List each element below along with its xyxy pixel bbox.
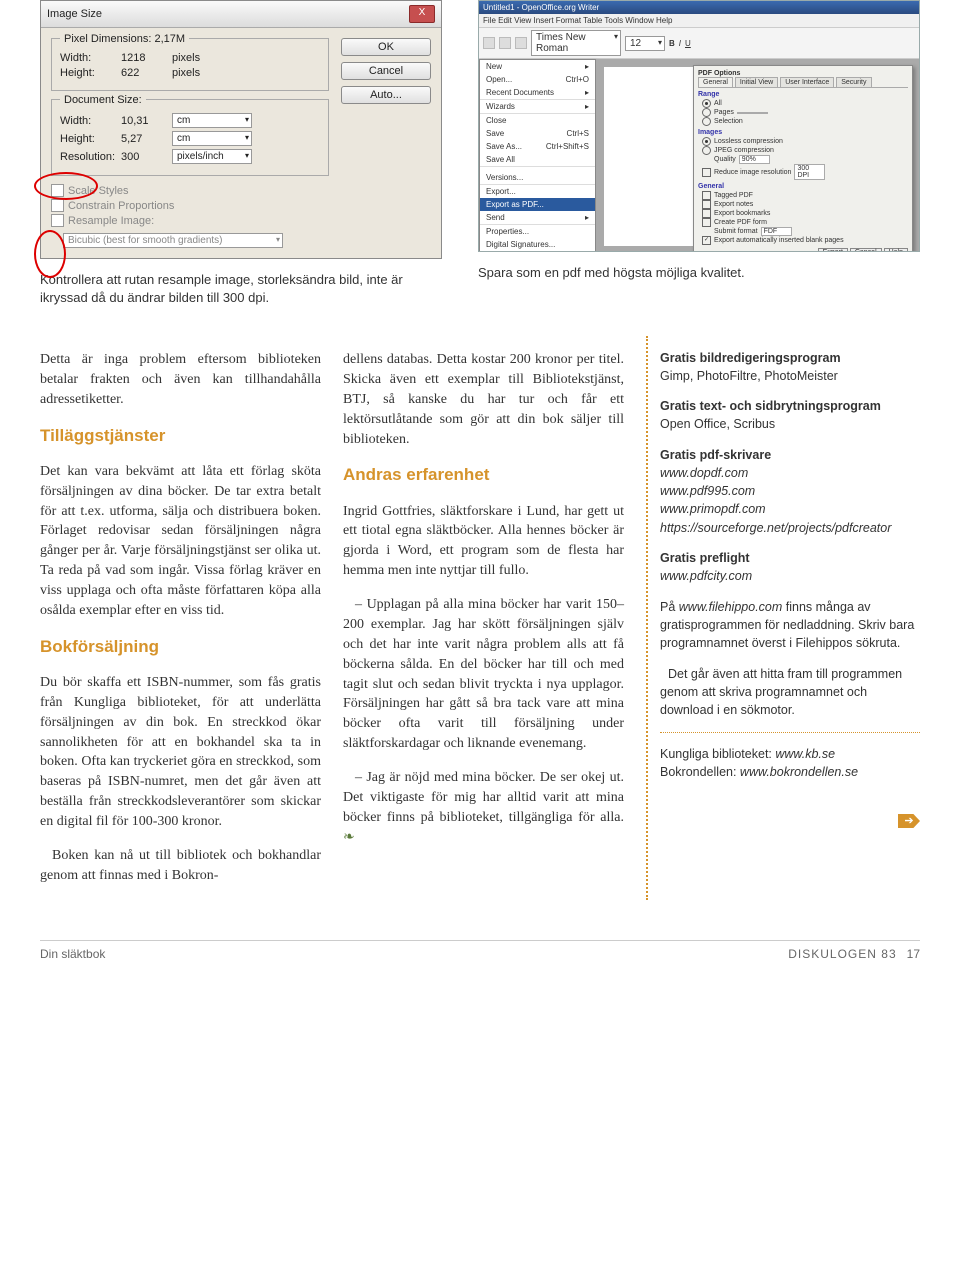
dialog-title: Image Size	[47, 8, 102, 20]
writer-toolbar[interactable]: Times New Roman 12 B I U	[479, 28, 919, 59]
pdf-options-dialog: PDF Options General Initial View User In…	[693, 65, 913, 252]
heading-tillaggstjanster: Tilläggstjänster	[40, 424, 321, 448]
figure-right-caption: Spara som en pdf med högsta möjliga kval…	[478, 264, 920, 282]
column-2: dellens databas. Detta kostar 200 kronor…	[343, 336, 624, 900]
doc-width: 10,31	[121, 115, 166, 127]
tab-security[interactable]: Security	[836, 77, 871, 87]
tree-ornament-icon: ❧	[343, 830, 355, 845]
constrain-checkbox[interactable]	[51, 199, 64, 212]
resolution-unit-dropdown[interactable]: pixels/inch	[172, 149, 252, 164]
heading-bokforsaljning: Bokförsäljning	[40, 635, 321, 659]
close-icon[interactable]: X	[409, 5, 435, 23]
scale-styles-checkbox[interactable]	[51, 184, 64, 197]
help-button[interactable]: Help	[884, 248, 908, 252]
notes-checkbox[interactable]	[702, 200, 711, 209]
reduce-res-checkbox[interactable]	[702, 168, 711, 177]
export-as-pdf-menuitem: Export as PDF...	[480, 198, 595, 211]
lossless-radio[interactable]	[702, 137, 711, 146]
width-unit-dropdown[interactable]: cm	[172, 113, 252, 128]
writer-menubar[interactable]: File Edit View Insert Format Table Tools…	[479, 14, 919, 28]
image-size-dialog: Image Size X Pixel Dimensions: 2,17M Wid…	[40, 0, 442, 259]
article-body: Detta är inga problem eftersom bibliotek…	[40, 336, 920, 900]
range-selection-radio[interactable]	[702, 117, 711, 126]
ok-button[interactable]: OK	[341, 38, 431, 56]
pixel-height: 622	[121, 67, 166, 79]
auto-button[interactable]: Auto...	[341, 86, 431, 104]
quality-input[interactable]: 90%	[739, 155, 770, 164]
column-1: Detta är inga problem eftersom bibliotek…	[40, 336, 321, 900]
toolbar-icon[interactable]	[499, 37, 511, 49]
resample-method-dropdown[interactable]: Bicubic (best for smooth gradients)	[63, 233, 283, 248]
range-pages-radio[interactable]	[702, 108, 711, 117]
height-unit-dropdown[interactable]: cm	[172, 131, 252, 146]
resolution-value[interactable]: 300	[121, 151, 166, 163]
tab-ui[interactable]: User Interface	[780, 77, 834, 87]
tab-general[interactable]: General	[698, 77, 733, 87]
height-label: Height:	[60, 67, 115, 79]
doc-height: 5,27	[121, 133, 166, 145]
continue-arrow-icon: ➔	[898, 814, 920, 828]
sidebar: Gratis bildredigeringsprogramGimp, Photo…	[646, 336, 920, 900]
tab-initial[interactable]: Initial View	[735, 77, 778, 87]
font-dropdown[interactable]: Times New Roman	[531, 30, 621, 56]
form-checkbox[interactable]	[702, 218, 711, 227]
width-label: Width:	[60, 52, 115, 64]
footer-section-title: Din släktbok	[40, 947, 105, 961]
figure-left-caption: Kontrollera att rutan resample image, st…	[40, 271, 448, 306]
resample-checkbox[interactable]	[51, 214, 64, 227]
footer-magazine: DISKULOGEN 83	[788, 947, 896, 961]
range-all-radio[interactable]	[702, 99, 711, 108]
cancel-button[interactable]: Cancel	[341, 62, 431, 80]
toolbar-icon[interactable]	[515, 37, 527, 49]
jpeg-radio[interactable]	[702, 146, 711, 155]
tagged-checkbox[interactable]	[702, 191, 711, 200]
heading-andras-erfarenhet: Andras erfarenhet	[343, 463, 624, 487]
page-footer: Din släktbok DISKULOGEN 83 17	[40, 940, 920, 961]
resolution-label: Resolution:	[60, 151, 115, 163]
size-dropdown[interactable]: 12	[625, 36, 665, 51]
image-size-dialog-wrap: Image Size X Pixel Dimensions: 2,17M Wid…	[40, 0, 440, 259]
export-button[interactable]: Export	[818, 248, 848, 252]
file-menu-dropdown[interactable]: New▸ Open...Ctrl+O Recent Documents▸ Wiz…	[479, 59, 596, 252]
writer-titlebar: Untitled1 - OpenOffice.org Writer	[479, 1, 919, 14]
bookmarks-checkbox[interactable]	[702, 209, 711, 218]
openoffice-writer-screenshot: Untitled1 - OpenOffice.org Writer File E…	[478, 0, 920, 252]
blank-checkbox[interactable]: ✓	[702, 236, 711, 245]
cancel-button[interactable]: Cancel	[850, 248, 882, 252]
pixel-width: 1218	[121, 52, 166, 64]
toolbar-icon[interactable]	[483, 37, 495, 49]
footer-page-number: 17	[907, 947, 920, 961]
